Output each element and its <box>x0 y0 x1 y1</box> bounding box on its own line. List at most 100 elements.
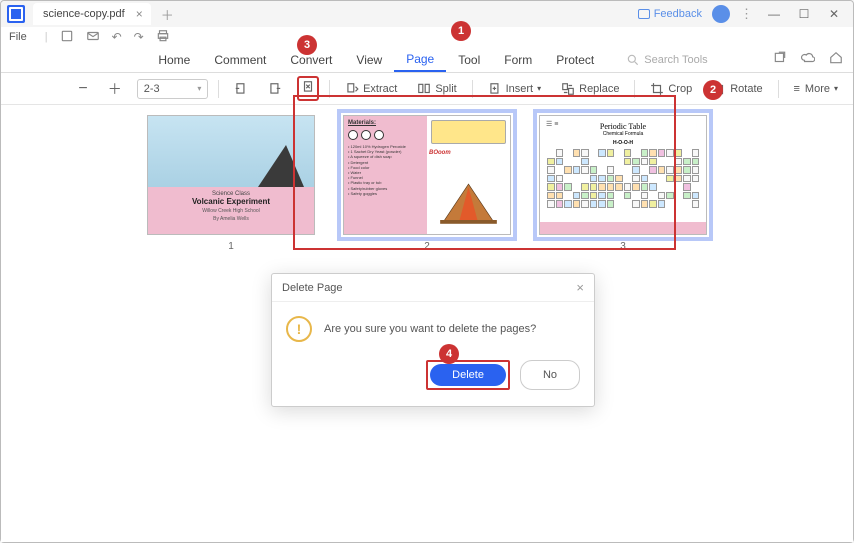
page-range-value: 2-3 <box>144 83 160 95</box>
divider: | <box>45 31 48 43</box>
more-label: More <box>805 83 830 95</box>
boom-text: BOoom <box>429 150 451 156</box>
print-icon[interactable] <box>156 29 170 46</box>
insert-page-after-icon[interactable] <box>263 79 287 99</box>
chevron-down-icon: ▾ <box>834 84 838 93</box>
cloud-icon[interactable] <box>801 51 815 68</box>
page1-title: Volcanic Experiment <box>148 197 314 206</box>
crop-button[interactable]: Crop <box>645 79 697 99</box>
rotate-label: Rotate <box>730 83 762 95</box>
app-window: science-copy.pdf × ＋ Feedback ⋮ ― ☐ ✕ Fi… <box>0 0 854 543</box>
file-menu[interactable]: File <box>9 31 27 43</box>
note-card <box>431 120 506 144</box>
separator <box>329 80 330 98</box>
delete-page-dialog: Delete Page × ! Are you sure you want to… <box>271 273 595 407</box>
menu-icon: ☰ ≡ <box>546 120 558 128</box>
page1-sub2: By Amelia Wells <box>148 216 314 222</box>
dialog-title: Delete Page <box>282 282 343 294</box>
feedback-label: Feedback <box>654 8 702 20</box>
page-toolbar: − ＋ 2-3 ▾ Extract Split Insert ▾ Replac <box>1 73 853 105</box>
dialog-message: Are you sure you want to delete the page… <box>324 323 536 335</box>
split-label: Split <box>435 83 456 95</box>
separator <box>472 80 473 98</box>
extract-button[interactable]: Extract <box>340 79 402 99</box>
minimize-button[interactable]: ― <box>759 4 789 24</box>
page-range-input[interactable]: 2-3 ▾ <box>137 79 209 99</box>
redo-icon[interactable]: ↷ <box>134 30 144 44</box>
page2-number: 2 <box>424 241 430 252</box>
replace-button[interactable]: Replace <box>556 79 624 99</box>
app-logo-icon <box>7 5 25 23</box>
periodic-title: Periodic Table <box>544 122 702 131</box>
save-icon[interactable] <box>60 29 74 46</box>
crop-label: Crop <box>668 83 692 95</box>
menu-protect[interactable]: Protect <box>544 49 606 71</box>
page-thumb-3[interactable]: ☰ ≡ Periodic Table Chemical Formula H-O-… <box>539 115 707 235</box>
warning-icon: ! <box>286 316 312 342</box>
page-thumb-1[interactable]: Science Class Volcanic Experiment Willow… <box>147 115 315 235</box>
materials-list: • 120ml 10% Hydrogen Peroxide • 1 Sachet… <box>348 144 423 196</box>
periodic-grid <box>547 149 699 208</box>
page-thumb-2[interactable]: Materials: • 120ml 10% Hydrogen Peroxide… <box>343 115 511 235</box>
share-icon[interactable] <box>773 51 787 68</box>
tab-label: science-copy.pdf <box>43 8 125 20</box>
insert-label: Insert <box>506 83 534 95</box>
search-placeholder: Search Tools <box>644 54 707 66</box>
tab-close-icon[interactable]: × <box>136 7 143 21</box>
menu-tool[interactable]: Tool <box>446 49 492 71</box>
user-avatar[interactable] <box>712 5 730 23</box>
search-tools[interactable]: Search Tools <box>626 53 707 67</box>
kebab-menu-icon[interactable]: ⋮ <box>734 6 759 22</box>
feedback-link[interactable]: Feedback <box>638 8 702 20</box>
menu-page[interactable]: Page <box>394 48 446 72</box>
delete-button-highlight: Delete <box>426 360 510 390</box>
close-window-button[interactable]: ✕ <box>819 4 849 24</box>
new-tab-button[interactable]: ＋ <box>161 5 174 24</box>
insert-page-before-icon[interactable] <box>229 79 253 99</box>
zoom-out-button[interactable]: − <box>73 77 92 101</box>
separator <box>218 80 219 98</box>
page1-sub1: Willow Creek High School <box>148 208 314 214</box>
menu-right-icons <box>773 51 843 68</box>
separator <box>634 80 635 98</box>
zoom-in-button[interactable]: ＋ <box>103 76 127 102</box>
more-button[interactable]: ≡ More ▾ <box>789 80 844 98</box>
periodic-sub: Chemical Formula <box>544 131 702 137</box>
volcano-diagram-icon <box>437 178 500 228</box>
feedback-icon <box>638 9 650 19</box>
menu-view[interactable]: View <box>344 49 394 71</box>
no-button[interactable]: No <box>520 360 580 390</box>
extract-label: Extract <box>363 83 397 95</box>
maximize-button[interactable]: ☐ <box>789 4 819 24</box>
menu-comment[interactable]: Comment <box>202 49 278 71</box>
dialog-close-icon[interactable]: × <box>576 280 584 295</box>
separator <box>778 80 779 98</box>
titlebar: science-copy.pdf × ＋ Feedback ⋮ ― ☐ ✕ <box>1 1 853 27</box>
page-thumb-1-cell: Science Class Volcanic Experiment Willow… <box>147 115 315 252</box>
page1-number: 1 <box>228 241 234 252</box>
callout-2: 2 <box>703 80 723 100</box>
quick-access-bar: File | ↶ ↷ <box>1 27 853 47</box>
page3-number: 3 <box>620 241 626 252</box>
delete-page-button[interactable] <box>297 76 319 101</box>
undo-icon[interactable]: ↶ <box>112 30 122 44</box>
chevron-down-icon: ▾ <box>197 84 201 93</box>
home-icon[interactable] <box>829 51 843 68</box>
more-icon: ≡ <box>794 83 801 95</box>
document-tab[interactable]: science-copy.pdf × <box>33 3 151 25</box>
mail-icon[interactable] <box>86 29 100 46</box>
page-thumb-3-cell: ☰ ≡ Periodic Table Chemical Formula H-O-… <box>539 115 707 252</box>
menu-home[interactable]: Home <box>146 49 202 71</box>
main-menu: Home Comment Convert View Page Tool Form… <box>1 47 853 73</box>
callout-1: 1 <box>451 21 471 41</box>
chevron-down-icon: ▾ <box>537 84 541 93</box>
callout-3: 3 <box>297 35 317 55</box>
split-button[interactable]: Split <box>412 79 461 99</box>
periodic-hooh: H-O-O-H <box>544 140 702 146</box>
replace-label: Replace <box>579 83 619 95</box>
materials-title: Materials: <box>348 120 423 126</box>
menu-form[interactable]: Form <box>492 49 544 71</box>
delete-button[interactable]: Delete <box>430 364 506 386</box>
window-controls: ― ☐ ✕ <box>759 4 849 24</box>
insert-button[interactable]: Insert ▾ <box>483 79 547 99</box>
